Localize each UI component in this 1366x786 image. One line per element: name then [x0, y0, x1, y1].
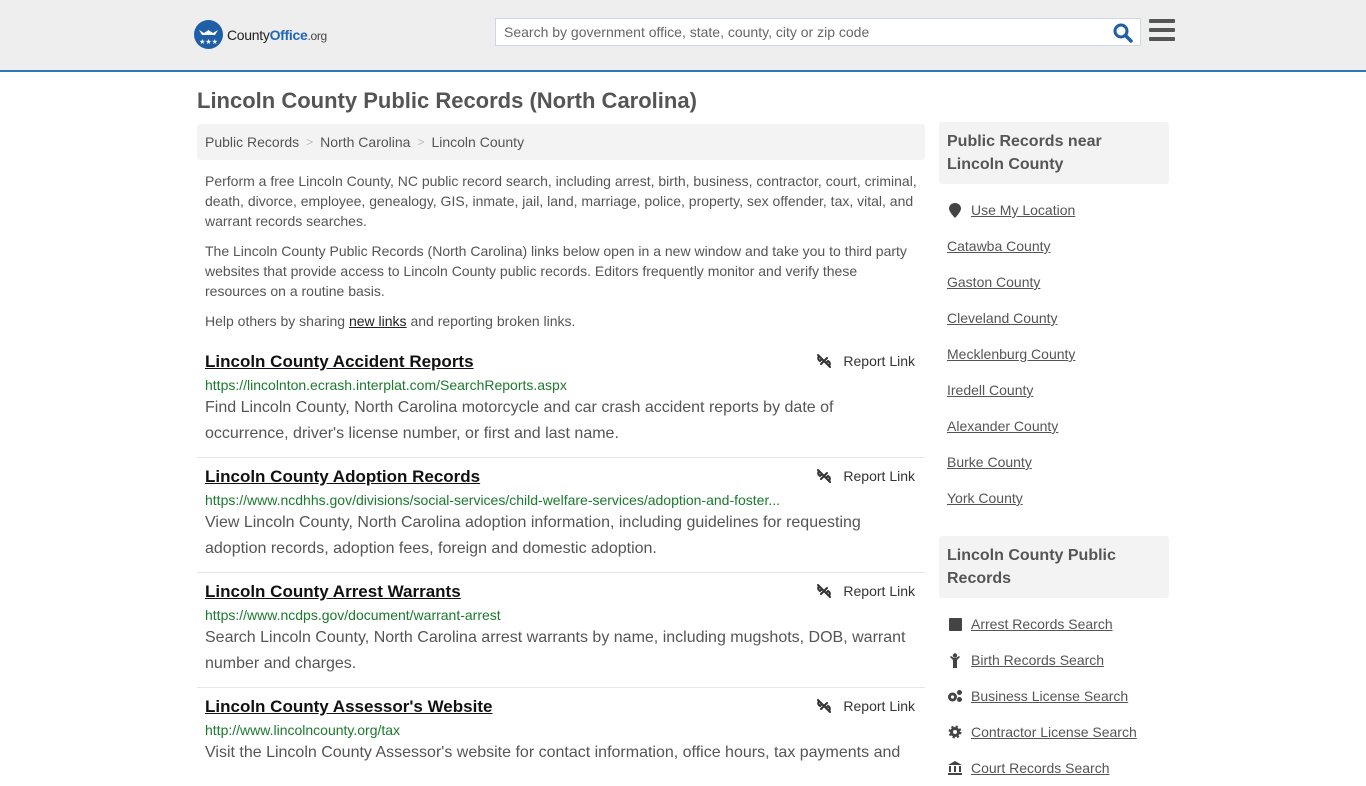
business-license-search-link[interactable]: Business License Search — [971, 688, 1128, 704]
search-icon — [1113, 23, 1133, 43]
sidebar: Public Records near Lincoln County Use M… — [939, 122, 1169, 786]
report-link-button[interactable]: Report Link — [816, 353, 915, 369]
svg-text:★★★: ★★★ — [199, 38, 218, 46]
courthouse-icon — [947, 760, 963, 776]
birth-records-search-link[interactable]: Birth Records Search — [971, 652, 1104, 668]
intro-text: Perform a free Lincoln County, NC public… — [197, 171, 925, 331]
report-link-button[interactable]: Report Link — [816, 698, 915, 714]
nearby-list: Use My Location Catawba County Gaston Co… — [939, 184, 1169, 516]
county-record-item: Court Records Search — [947, 750, 1161, 786]
search-input[interactable] — [496, 19, 1106, 45]
intro-paragraph-1: Perform a free Lincoln County, NC public… — [205, 173, 917, 229]
record-description: Visit the Lincoln County Assessor's webs… — [205, 744, 901, 761]
intro-p3-text: Help others by sharing — [205, 313, 349, 329]
record-title-link[interactable]: Lincoln County Arrest Warrants — [205, 581, 461, 603]
record-url: http://www.lincolncounty.org/tax — [205, 722, 401, 738]
nearby-county-item: Burke County — [947, 444, 1161, 480]
broken-link-icon — [817, 469, 832, 483]
page-title: Lincoln County Public Records (North Car… — [197, 88, 697, 113]
breadcrumb: Public Records > North Carolina > Lincol… — [197, 124, 925, 160]
county-link-gaston[interactable]: Gaston County — [947, 274, 1040, 290]
breadcrumb-separator: > — [417, 135, 425, 149]
cogs-icon — [947, 688, 963, 704]
square-icon — [947, 616, 963, 632]
intro-paragraph-2: The Lincoln County Public Records (North… — [205, 243, 907, 299]
top-header: ★★★ CountyOffice.org — [0, 0, 1366, 72]
record-url: https://lincolnton.ecrash.interplat.com/… — [205, 377, 567, 393]
record-description: View Lincoln County, North Carolina adop… — [205, 514, 861, 557]
county-record-item: Arrest Records Search — [947, 606, 1161, 642]
county-link-alexander[interactable]: Alexander County — [947, 418, 1058, 434]
breadcrumb-north-carolina[interactable]: North Carolina — [320, 134, 410, 150]
logo-text: CountyOffice.org — [227, 27, 327, 43]
county-record-item: Business License Search — [947, 678, 1161, 714]
county-record-item: Birth Records Search — [947, 642, 1161, 678]
record-item: Lincoln County Arrest Warrants Report Li… — [197, 573, 925, 688]
use-location-item: Use My Location — [947, 192, 1161, 228]
nearby-heading: Public Records near Lincoln County — [939, 122, 1169, 184]
broken-link-icon — [817, 584, 832, 598]
records-list: Lincoln County Accident Reports Report L… — [197, 343, 925, 776]
logo-org: .org — [307, 28, 327, 43]
record-description: Find Lincoln County, North Carolina moto… — [205, 399, 834, 442]
report-link-label: Report Link — [843, 698, 915, 714]
record-title-link[interactable]: Lincoln County Adoption Records — [205, 466, 480, 488]
county-link-mecklenburg[interactable]: Mecklenburg County — [947, 346, 1075, 362]
logo-county: County — [227, 26, 270, 43]
nearby-county-item: Iredell County — [947, 372, 1161, 408]
contractor-license-search-link[interactable]: Contractor License Search — [971, 724, 1137, 740]
record-item: Lincoln County Accident Reports Report L… — [197, 343, 925, 458]
county-link-york[interactable]: York County — [947, 490, 1023, 506]
nearby-county-item: Mecklenburg County — [947, 336, 1161, 372]
search-button[interactable] — [1112, 22, 1134, 44]
intro-p3-text-end: and reporting broken links. — [406, 313, 576, 329]
county-link-cleveland[interactable]: Cleveland County — [947, 310, 1058, 326]
logo-office: Office — [269, 26, 308, 43]
breadcrumb-separator: > — [306, 135, 314, 149]
breadcrumb-public-records[interactable]: Public Records — [205, 134, 299, 150]
gear-icon — [947, 724, 963, 740]
report-link-button[interactable]: Report Link — [816, 583, 915, 599]
logo-eagle-icon: ★★★ — [194, 20, 223, 49]
county-record-item: Contractor License Search — [947, 714, 1161, 750]
record-url: https://www.ncdhhs.gov/divisions/social-… — [205, 492, 781, 508]
child-icon — [947, 652, 963, 668]
nearby-county-item: Catawba County — [947, 228, 1161, 264]
record-title-link[interactable]: Lincoln County Accident Reports — [205, 351, 474, 373]
record-item: Lincoln County Assessor's Website Report… — [197, 688, 925, 776]
broken-link-icon — [817, 354, 832, 368]
county-records-heading: Lincoln County Public Records — [939, 536, 1169, 598]
map-marker-icon — [947, 202, 963, 218]
record-url: https://www.ncdps.gov/document/warrant-a… — [205, 607, 501, 623]
report-link-label: Report Link — [843, 583, 915, 599]
intro-paragraph-3: Help others by sharing new links and rep… — [205, 311, 917, 331]
court-records-search-link[interactable]: Court Records Search — [971, 760, 1110, 776]
report-link-label: Report Link — [843, 353, 915, 369]
report-link-label: Report Link — [843, 468, 915, 484]
broken-link-icon — [817, 699, 832, 713]
nearby-county-item: Cleveland County — [947, 300, 1161, 336]
nearby-county-item: York County — [947, 480, 1161, 516]
nearby-county-item: Gaston County — [947, 264, 1161, 300]
hamburger-menu-icon[interactable] — [1149, 19, 1175, 43]
breadcrumb-lincoln-county[interactable]: Lincoln County — [431, 134, 524, 150]
county-link-iredell[interactable]: Iredell County — [947, 382, 1033, 398]
site-logo[interactable]: ★★★ CountyOffice.org — [194, 20, 327, 49]
search-box — [495, 18, 1141, 46]
report-link-button[interactable]: Report Link — [816, 468, 915, 484]
use-my-location-link[interactable]: Use My Location — [971, 202, 1075, 218]
main-content: Public Records > North Carolina > Lincol… — [197, 124, 925, 776]
record-description: Search Lincoln County, North Carolina ar… — [205, 629, 906, 672]
county-link-burke[interactable]: Burke County — [947, 454, 1032, 470]
arrest-records-search-link[interactable]: Arrest Records Search — [971, 616, 1113, 632]
record-title-link[interactable]: Lincoln County Assessor's Website — [205, 696, 492, 718]
county-link-catawba[interactable]: Catawba County — [947, 238, 1051, 254]
nearby-county-item: Alexander County — [947, 408, 1161, 444]
new-links-link[interactable]: new links — [349, 313, 407, 329]
record-item: Lincoln County Adoption Records Report L… — [197, 458, 925, 573]
county-records-list: Arrest Records Search Birth Records Sear… — [939, 598, 1169, 786]
